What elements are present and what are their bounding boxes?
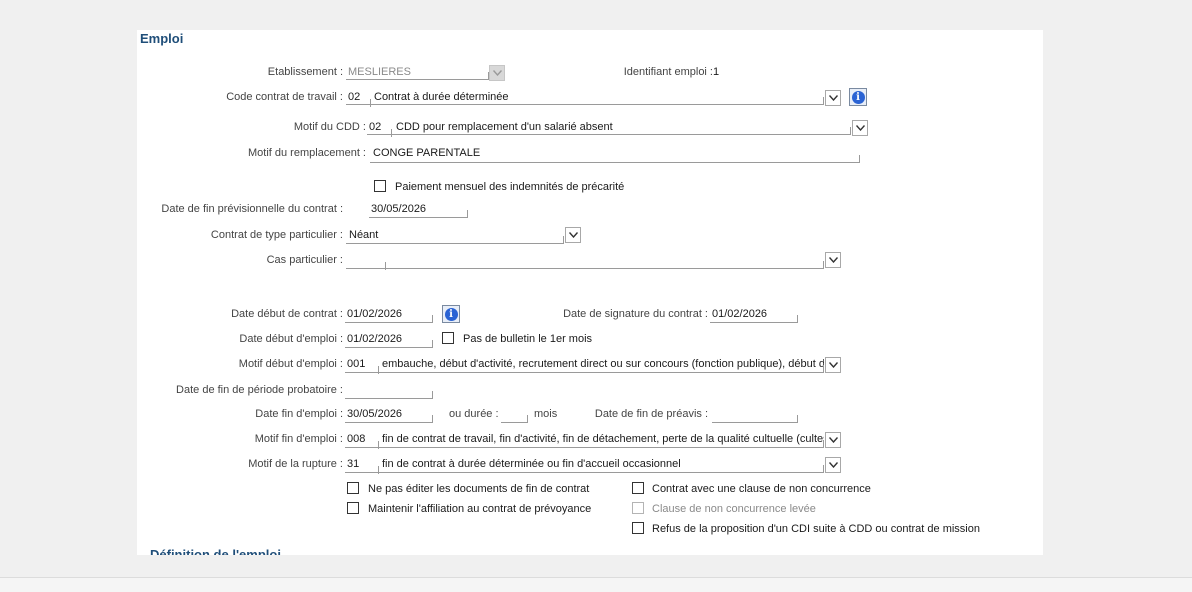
end-reason-label: Motif fin d'emploi : bbox=[254, 433, 343, 445]
footer-band bbox=[0, 577, 1192, 592]
duration-label: ou durée : bbox=[449, 408, 499, 420]
establishment-label: Etablissement : bbox=[267, 66, 343, 78]
monthly-payment-checkbox[interactable] bbox=[374, 180, 386, 192]
chevron-down-icon bbox=[828, 95, 838, 101]
start-reason-label: Motif début d'emploi : bbox=[238, 358, 343, 370]
special-case-dropdown[interactable] bbox=[825, 252, 841, 268]
job-id-label: Identifiant emploi : bbox=[623, 66, 713, 78]
chevron-down-icon bbox=[492, 70, 502, 76]
employment-end-field bbox=[345, 415, 433, 423]
establishment-dropdown[interactable] bbox=[489, 65, 505, 81]
contract-start-field bbox=[345, 315, 433, 323]
break-reason-label: Motif de la rupture : bbox=[248, 458, 343, 470]
probation-end-field bbox=[345, 391, 433, 399]
next-section-title: Définition de l'emploi bbox=[150, 547, 281, 555]
non-compete-lifted-label: Clause de non concurrence levée bbox=[652, 503, 816, 515]
contract-start-label: Date début de contrat : bbox=[231, 308, 343, 320]
contract-info-button[interactable]: i bbox=[849, 88, 867, 106]
duration-field bbox=[501, 415, 528, 423]
no-end-docs-checkbox[interactable] bbox=[347, 482, 359, 494]
break-reason-dropdown[interactable] bbox=[825, 457, 841, 473]
cdi-refusal-label: Refus de la proposition d'un CDI suite à… bbox=[652, 523, 980, 535]
chevron-down-icon bbox=[828, 362, 838, 368]
employment-start-field bbox=[345, 340, 433, 348]
planned-end-field bbox=[369, 210, 468, 218]
monthly-payment-label: Paiement mensuel des indemnités de préca… bbox=[395, 181, 625, 193]
start-reason-dropdown[interactable] bbox=[825, 357, 841, 373]
planned-end-label: Date de fin prévisionnelle du contrat : bbox=[161, 203, 343, 215]
job-id-value: 1 bbox=[713, 66, 720, 78]
establishment-field bbox=[346, 72, 489, 80]
non-compete-checkbox[interactable] bbox=[632, 482, 644, 494]
probation-end-label: Date de fin de période probatoire : bbox=[176, 384, 343, 396]
signature-date-field bbox=[710, 315, 798, 323]
chevron-down-icon bbox=[828, 437, 838, 443]
contract-code-label: Code contrat de travail : bbox=[226, 91, 343, 103]
special-contract-label: Contrat de type particulier : bbox=[210, 229, 343, 241]
non-compete-lifted-checkbox bbox=[632, 502, 644, 514]
notice-end-label: Date de fin de préavis : bbox=[594, 408, 708, 420]
end-reason-field bbox=[345, 440, 824, 448]
non-compete-label: Contrat avec une clause de non concurren… bbox=[652, 483, 871, 495]
chevron-down-icon bbox=[568, 232, 578, 238]
contract-code-dropdown[interactable] bbox=[825, 90, 841, 106]
section-title: Emploi bbox=[140, 31, 184, 46]
info-icon: i bbox=[444, 307, 458, 321]
replacement-reason-field bbox=[370, 155, 860, 163]
special-contract-dropdown[interactable] bbox=[565, 227, 581, 243]
special-case-field bbox=[346, 261, 824, 269]
no-end-docs-label: Ne pas éditer les documents de fin de co… bbox=[368, 483, 590, 495]
duration-unit: mois bbox=[534, 408, 558, 420]
emploi-panel: Emploi Etablissement : MESLIERES Identif… bbox=[137, 30, 1043, 555]
chevron-down-icon bbox=[828, 462, 838, 468]
chevron-down-icon bbox=[855, 125, 865, 131]
special-contract-field bbox=[346, 236, 564, 244]
start-reason-field bbox=[345, 365, 824, 373]
notice-end-field bbox=[712, 415, 798, 423]
info-icon: i bbox=[851, 90, 865, 104]
employment-end-label: Date fin d'emploi : bbox=[255, 408, 343, 420]
cdd-reason-field bbox=[367, 127, 851, 135]
contract-code-field bbox=[346, 97, 824, 105]
employment-start-label: Date début d'emploi : bbox=[239, 333, 343, 345]
replacement-reason-label: Motif du remplacement : bbox=[248, 147, 366, 159]
cdd-reason-label: Motif du CDD : bbox=[293, 121, 366, 133]
special-case-label: Cas particulier : bbox=[266, 254, 343, 266]
keep-affiliation-label: Maintenir l'affiliation au contrat de pr… bbox=[368, 503, 592, 515]
cdi-refusal-checkbox[interactable] bbox=[632, 522, 644, 534]
keep-affiliation-checkbox[interactable] bbox=[347, 502, 359, 514]
no-payslip-checkbox[interactable] bbox=[442, 332, 454, 344]
contract-start-info-button[interactable]: i bbox=[442, 305, 460, 323]
signature-date-label: Date de signature du contrat : bbox=[563, 308, 708, 320]
chevron-down-icon bbox=[828, 257, 838, 263]
cdd-reason-dropdown[interactable] bbox=[852, 120, 868, 136]
end-reason-dropdown[interactable] bbox=[825, 432, 841, 448]
no-payslip-label: Pas de bulletin le 1er mois bbox=[463, 333, 593, 345]
break-reason-field bbox=[345, 465, 824, 473]
